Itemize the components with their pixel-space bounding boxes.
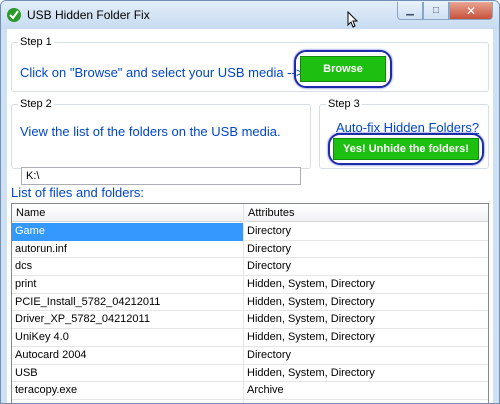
cell-attributes: Directory	[247, 260, 292, 273]
table-row[interactable]: Game Directory	[12, 223, 488, 241]
app-check-icon	[7, 8, 21, 22]
step1-group: Step 1 Click on "Browse" and select your…	[11, 36, 489, 92]
cell-attributes: Hidden, System, Directory	[247, 313, 375, 326]
minimize-button[interactable]: ▁	[397, 2, 423, 20]
step2-group: Step 2 View the list of the folders on t…	[11, 98, 311, 169]
maximize-button[interactable]: □	[423, 2, 449, 20]
browse-button[interactable]: Browse	[300, 56, 386, 82]
cell-name: UniKey 4.0	[12, 329, 244, 347]
usb-path-input[interactable]	[21, 167, 301, 185]
cell-name: print	[12, 276, 244, 294]
client-area: Step 1 Click on "Browse" and select your…	[7, 29, 493, 403]
cell-name: teracopy.exe	[12, 382, 244, 400]
table-row[interactable]: UniKey 4.0 Hidden, System, Directory	[12, 329, 488, 347]
close-button[interactable]: ✕	[449, 2, 493, 20]
title-bar[interactable]: USB Hidden Folder Fix ▁ □ ✕	[1, 1, 499, 29]
file-list[interactable]: Name Attributes Game Directory autorun.inf…	[11, 203, 489, 403]
file-list-header: Name Attributes	[12, 204, 488, 222]
unhide-folders-button[interactable]: Yes! Unhide the folders!	[333, 138, 479, 160]
cell-name: Autocard 2004	[12, 346, 244, 365]
step1-label: Step 1	[18, 36, 54, 48]
cell-name: Driver_XP_5782_04212011	[12, 311, 244, 330]
table-row[interactable]: Autocard 2004 Directory	[12, 346, 488, 365]
table-row[interactable]: USB Hidden, System, Directory	[12, 364, 488, 383]
window-title: USB Hidden Folder Fix	[27, 8, 150, 22]
table-row[interactable]: autorun.inf Directory	[12, 240, 488, 259]
column-header-attributes[interactable]: Attributes	[244, 204, 488, 222]
table-row[interactable]: Driver_XP_5782_04212011 Hidden, System, D…	[12, 311, 488, 330]
step1-instruction: Click on "Browse" and select your USB me…	[20, 65, 304, 80]
table-row[interactable]: dcs Directory	[12, 258, 488, 277]
close-icon: ✕	[465, 3, 477, 18]
cell-attributes: Archive	[247, 384, 284, 397]
cell-attributes: Directory	[247, 225, 292, 237]
step3-label: Step 3	[326, 98, 362, 110]
cell-name: ram-pang-may-tinh-50.pdf	[12, 399, 244, 403]
cell-attributes: Hidden, System, Directory	[247, 278, 375, 291]
cell-name: PCIE_Install_5782_04212011	[12, 293, 244, 312]
cell-name: Game	[12, 223, 244, 241]
file-list-rows: Game Directory autorun.inf Directory dcs Dire…	[12, 223, 488, 403]
step2-label: Step 2	[18, 98, 54, 110]
cell-attributes: Directory	[247, 242, 292, 255]
mouse-cursor-icon	[347, 11, 359, 28]
table-row[interactable]: PCIE_Install_5782_04212011 Hidden, System…	[12, 293, 488, 312]
maximize-icon: □	[432, 5, 440, 16]
table-row[interactable]: print Hidden, System, Directory	[12, 276, 488, 294]
file-list-label: List of files and folders:	[11, 185, 144, 200]
table-row[interactable]: teracopy.exe Archive	[12, 382, 488, 400]
column-header-name[interactable]: Name	[12, 204, 244, 222]
cell-name: dcs	[12, 258, 244, 277]
cell-attributes: Archive	[244, 400, 488, 403]
cell-attributes: Hidden, System, Directory	[247, 295, 375, 308]
minimize-icon: ▁	[406, 5, 414, 16]
cell-attributes: Hidden, System, Directory	[247, 366, 375, 379]
step3-group: Step 3 Auto-fix Hidden Folders? Yes! Unh…	[319, 98, 489, 169]
table-row[interactable]: ram-pang-may-tinh-50.pdfArchive	[12, 399, 488, 403]
cell-attributes: Directory	[247, 348, 292, 361]
cell-name: autorun.inf	[12, 240, 244, 259]
app-window: USB Hidden Folder Fix ▁ □ ✕ Step 1 Click…	[0, 0, 500, 404]
step2-instruction: View the list of the folders on the USB …	[20, 124, 281, 139]
cell-attributes: Hidden, System, Directory	[247, 331, 375, 344]
cell-name: USB	[12, 364, 244, 383]
